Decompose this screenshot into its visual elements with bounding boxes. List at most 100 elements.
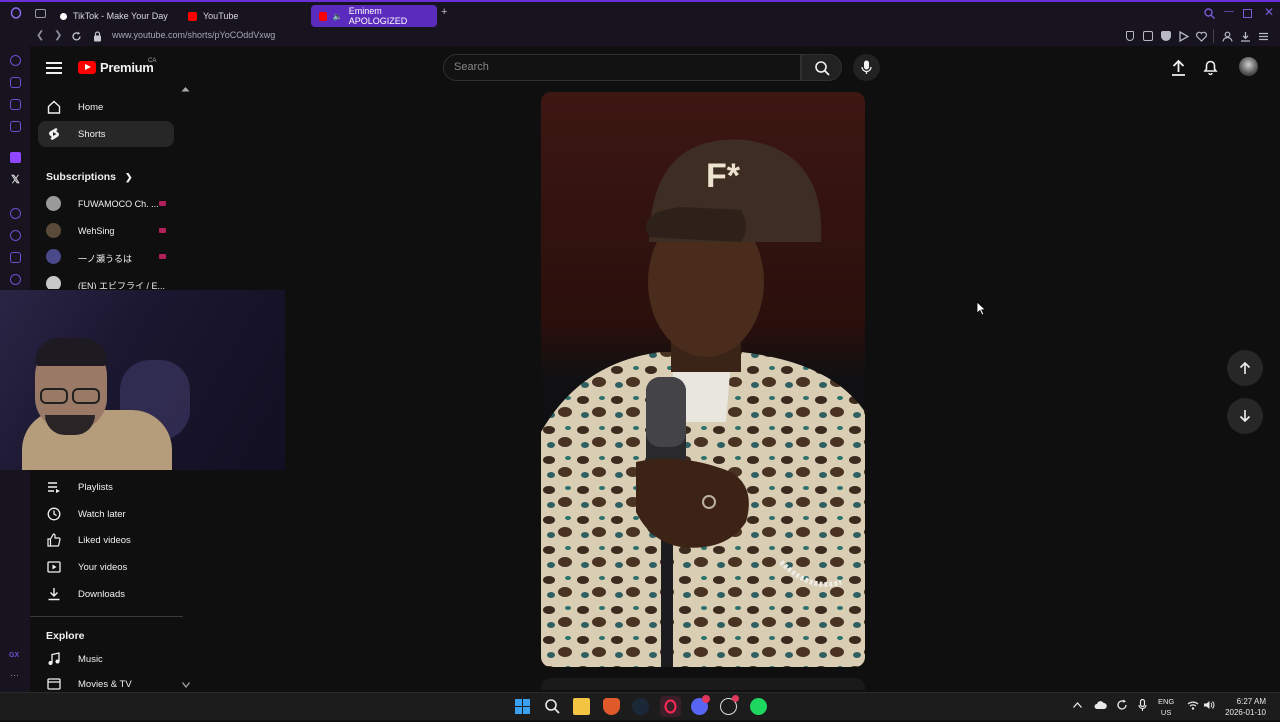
- download-icon[interactable]: [1240, 31, 1251, 42]
- sidebar-item-movies-tv[interactable]: Movies & TV: [38, 673, 174, 691]
- microphone-head: [646, 377, 686, 447]
- sync-icon[interactable]: [1116, 699, 1128, 711]
- scroll-down-arrow-icon[interactable]: [182, 682, 190, 688]
- microphone-stand: [661, 532, 673, 667]
- keyboard-region: US: [1160, 708, 1172, 717]
- opera-gx-taskbar-button[interactable]: [660, 696, 681, 717]
- player-icon[interactable]: [1178, 31, 1189, 42]
- subscription-item[interactable]: FUWAMOCO Ch. ...: [38, 193, 174, 215]
- sidebar-item-liked-videos[interactable]: Liked videos: [38, 527, 174, 553]
- opera-logo-icon[interactable]: [10, 7, 22, 19]
- youtube-premium-logo[interactable]: Premium: [78, 60, 154, 75]
- previous-short-button[interactable]: [1227, 350, 1263, 386]
- search-button[interactable]: [801, 54, 842, 81]
- spotify-icon[interactable]: [750, 698, 767, 715]
- onedrive-cloud-icon[interactable]: [1094, 700, 1107, 710]
- opera-messenger-icon[interactable]: [10, 99, 21, 110]
- adblock-icon[interactable]: [1161, 31, 1171, 41]
- sidebar-item-playlists[interactable]: Playlists: [38, 474, 174, 500]
- input-language-indicator[interactable]: ENG US: [1158, 696, 1174, 718]
- explore-heading: Explore: [46, 630, 85, 642]
- subscription-item[interactable]: WehSing: [38, 220, 174, 242]
- search-input[interactable]: [454, 61, 784, 73]
- shorts-video-player[interactable]: F*: [541, 92, 865, 667]
- notifications-bell-icon[interactable]: [1203, 59, 1218, 76]
- speaker-icon[interactable]: 🔈: [333, 12, 343, 21]
- voice-search-button[interactable]: [853, 54, 880, 81]
- tab-label: Eminem APOLOGIZED: [348, 6, 408, 26]
- sidebar-item-downloads[interactable]: Downloads: [38, 581, 174, 607]
- maximize-button[interactable]: [1243, 9, 1252, 18]
- more-icon[interactable]: ⋯: [10, 670, 19, 681]
- next-short-preview[interactable]: [541, 678, 865, 690]
- menu-icon[interactable]: [46, 62, 62, 74]
- x-twitter-icon[interactable]: 𝕏: [11, 173, 20, 186]
- tab-overview-icon[interactable]: [35, 9, 46, 18]
- search-tabs-icon[interactable]: [1204, 8, 1215, 19]
- chevron-right-icon: ❯: [124, 172, 133, 182]
- sidebar-item-watch-later[interactable]: Watch later: [38, 501, 174, 527]
- wifi-icon[interactable]: [1187, 700, 1199, 710]
- close-button[interactable]: ✕: [1264, 5, 1274, 19]
- tab-eminem-apologized[interactable]: 🔈 Eminem APOLOGIZED: [311, 5, 437, 27]
- heart-icon[interactable]: [1196, 31, 1207, 42]
- show-hidden-icons-chevron-icon[interactable]: [1073, 702, 1082, 708]
- new-tab-button[interactable]: +: [441, 6, 447, 18]
- channel-name: WehSing: [78, 226, 115, 236]
- opera-ai-icon[interactable]: [10, 55, 21, 66]
- downloads-icon: [47, 587, 61, 601]
- url-field[interactable]: www.youtube.com/shorts/pYoCOddVxwg: [112, 30, 275, 40]
- opera-cleaner-icon[interactable]: [10, 77, 21, 88]
- bookmark-icon[interactable]: [1126, 31, 1134, 41]
- steam-icon[interactable]: [632, 698, 649, 715]
- forward-button[interactable]: ❯: [54, 30, 62, 41]
- windows-start-icon[interactable]: [514, 698, 531, 715]
- reload-icon[interactable]: [71, 31, 82, 42]
- upload-icon[interactable]: [1171, 59, 1186, 76]
- minimize-button[interactable]: —: [1224, 6, 1234, 17]
- sidebar-item-home[interactable]: Home: [38, 94, 174, 120]
- tab-youtube[interactable]: YouTube: [180, 5, 246, 27]
- sidebar-item-music[interactable]: Music: [38, 646, 174, 672]
- extensions-icon[interactable]: [10, 252, 21, 263]
- subscriptions-heading[interactable]: Subscriptions ❯: [46, 171, 132, 183]
- settings-icon[interactable]: [10, 274, 21, 285]
- channel-name: (EN) エビフライ / E...: [78, 281, 166, 289]
- sidebar-item-your-videos[interactable]: Your videos: [38, 554, 174, 580]
- easy-setup-icon[interactable]: [1258, 31, 1269, 42]
- gx-icon[interactable]: GX: [9, 652, 19, 659]
- language-code: ENG: [1158, 697, 1175, 706]
- movies-icon: [47, 677, 61, 691]
- microphone-tray-icon[interactable]: [1138, 699, 1147, 712]
- sidebar-item-label: Playlists: [78, 481, 113, 493]
- opera-news-icon[interactable]: [10, 121, 21, 132]
- sidebar-item-label: Downloads: [78, 588, 125, 600]
- search-box: [443, 54, 801, 81]
- subscription-item[interactable]: 一ノ瀬うるは: [38, 246, 174, 268]
- search-icon[interactable]: [544, 698, 561, 715]
- lock-icon[interactable]: [93, 31, 102, 42]
- system-clock[interactable]: 6:27 AM 2026-01-10: [1225, 696, 1266, 718]
- profile-icon[interactable]: [1222, 31, 1233, 42]
- subscription-item[interactable]: (EN) エビフライ / E...: [38, 273, 174, 289]
- sidebar-item-shorts[interactable]: Shorts: [38, 121, 174, 147]
- mouse-cursor-icon: [976, 301, 986, 316]
- sidebar-item-label: Your videos: [78, 561, 128, 573]
- next-short-button[interactable]: [1227, 398, 1263, 434]
- history-icon[interactable]: [10, 230, 21, 241]
- twitch-icon[interactable]: [10, 152, 21, 163]
- back-button[interactable]: ❮: [36, 30, 44, 41]
- volume-icon[interactable]: [1203, 700, 1215, 710]
- file-explorer-icon[interactable]: [573, 698, 590, 715]
- scroll-up-arrow-icon[interactable]: [181, 86, 190, 92]
- glasses-right: [72, 388, 100, 404]
- tab-tiktok[interactable]: TikTok - Make Your Day: [52, 5, 176, 27]
- sidebar-item-label: Watch later: [78, 508, 126, 520]
- snapshot-icon[interactable]: [1143, 31, 1153, 41]
- account-avatar[interactable]: [1239, 57, 1258, 76]
- your-videos-icon: [47, 560, 61, 574]
- opera-player-icon[interactable]: [10, 208, 21, 219]
- search-icon: [815, 61, 830, 76]
- sidebar-item-label: Shorts: [78, 128, 106, 140]
- brave-icon[interactable]: [603, 698, 620, 715]
